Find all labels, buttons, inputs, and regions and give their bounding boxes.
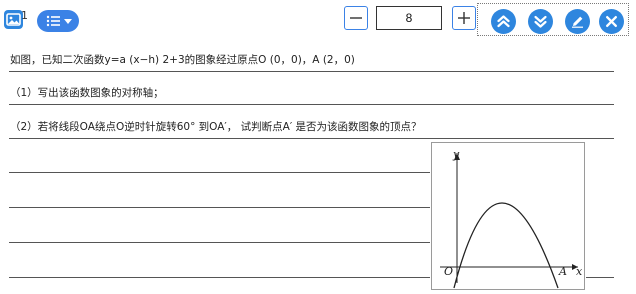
point-a-label: A [559,265,567,278]
question-part-1: （1）写出该函数图象的对称轴； [10,87,164,99]
expand-down-button[interactable] [528,9,553,34]
y-axis-label: y [453,148,460,161]
question-part-2: （2）若将线段OA绕点O逆时针旋转60° 到OA′， 试判断点A′ 是否为该函数… [10,121,422,133]
x-axis-label: x [576,265,583,278]
list-menu-icon [46,15,72,27]
answer-line [9,277,430,278]
origin-label: O [444,265,454,278]
question-stem: 如图，已知二次函数y=a (x−h) 2+3的图象经过原点O (0，0)，A (… [10,54,355,66]
decrease-button[interactable] [344,6,368,30]
expand-down-icon [534,15,547,28]
plus-icon [458,12,470,24]
close-icon [606,16,617,27]
increase-button[interactable] [452,6,476,30]
divider [9,71,614,72]
answer-line [9,207,430,208]
edit-pencil-icon [572,16,583,28]
close-button[interactable] [599,9,624,34]
list-menu-button[interactable] [37,10,79,32]
divider [9,138,614,139]
answer-line [586,277,614,278]
parabola-figure: y O A x [431,142,585,290]
minus-icon [350,17,362,19]
collapse-up-icon [497,15,510,28]
answer-line [9,242,430,243]
answer-line [9,172,430,173]
edit-button[interactable] [565,9,590,34]
collapse-up-button[interactable] [491,9,516,34]
question-number: 1 [21,9,28,22]
font-size-input[interactable] [376,6,442,30]
divider [9,104,614,105]
question-toolbar: 1 [0,0,636,42]
chevron-down-icon [64,19,72,24]
